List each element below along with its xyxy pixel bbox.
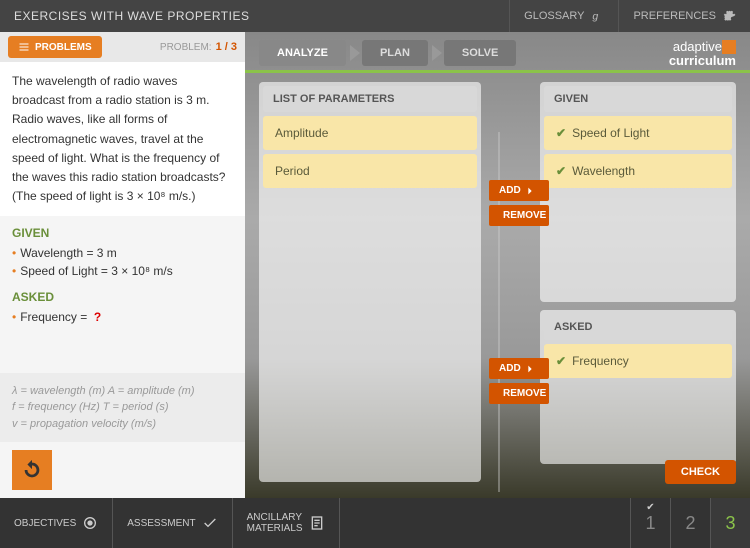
ancillary-button[interactable]: ANCILLARYMATERIALS [233,498,340,548]
sidebar: PROBLEMS PROBLEM: 1 / 3 The wavelength o… [0,32,245,498]
check-icon: ✔ [646,502,654,513]
preferences-label: PREFERENCES [633,10,716,22]
problem-count: 1 / 3 [216,41,237,53]
remove-given-button[interactable]: REMOVE [489,205,549,226]
list-icon [18,41,30,53]
tab-analyze[interactable]: ANALYZE [259,40,346,66]
page-3[interactable]: 3 [710,498,750,548]
glossary-label: GLOSSARY [524,10,584,22]
step-tabs: ANALYZE PLAN SOLVE [259,40,532,66]
given-buttons: ADD REMOVE [489,180,549,226]
svg-text:g: g [593,11,599,23]
problem-label: PROBLEM: [160,42,212,53]
panel-asked-title: ASKED [544,314,732,340]
page-1[interactable]: ✔1 [630,498,670,548]
param-item[interactable]: Amplitude [263,116,477,150]
tab-plan[interactable]: PLAN [362,40,428,66]
asked-section-label: ASKED [0,280,245,308]
app-title: EXERCISES WITH WAVE PROPERTIES [0,9,263,23]
arrow-right-icon [525,364,535,374]
document-icon [309,515,325,531]
check-button[interactable]: CHECK [665,460,736,484]
asked-buttons: ADD REMOVE [489,358,549,404]
param-item[interactable]: Period [263,154,477,188]
given-item[interactable]: Wavelength [544,154,732,188]
panel-asked: ASKED Frequency [540,310,736,464]
given-item: •Wavelength = 3 m [0,244,245,262]
arrow-right-icon [525,186,535,196]
reset-button[interactable] [12,450,52,490]
app-header: EXERCISES WITH WAVE PROPERTIES GLOSSARY … [0,0,750,32]
given-section-label: GIVEN [0,216,245,244]
legend: λ = wavelength (m) A = amplitude (m) f =… [0,373,245,443]
panel-given-title: GIVEN [544,86,732,112]
panel-parameters: LIST OF PARAMETERS Amplitude Period [259,82,481,482]
glossary-icon: g [590,9,604,23]
asked-item[interactable]: Frequency [544,344,732,378]
add-given-button[interactable]: ADD [489,180,549,201]
objectives-button[interactable]: OBJECTIVES [0,498,113,548]
footer: OBJECTIVES ASSESSMENT ANCILLARYMATERIALS… [0,498,750,548]
divider [245,70,750,73]
reset-icon [21,459,43,481]
problem-text: The wavelength of radio waves broadcast … [0,62,245,216]
given-item[interactable]: Speed of Light [544,116,732,150]
check-icon [202,515,218,531]
preferences-button[interactable]: PREFERENCES [618,0,750,32]
asked-item: •Frequency = ? [0,308,245,326]
workspace: ANALYZE PLAN SOLVE adaptive curriculum L… [245,32,750,498]
brand-logo: adaptive curriculum [669,40,736,67]
gear-icon [722,9,736,23]
page-2[interactable]: 2 [670,498,710,548]
target-icon [82,515,98,531]
tab-solve[interactable]: SOLVE [444,40,516,66]
add-asked-button[interactable]: ADD [489,358,549,379]
problems-button[interactable]: PROBLEMS [8,36,102,58]
given-item: •Speed of Light = 3 × 10⁸ m/s [0,262,245,280]
panel-given: GIVEN Speed of Light Wavelength [540,82,736,302]
glossary-button[interactable]: GLOSSARY g [509,0,618,32]
remove-asked-button[interactable]: REMOVE [489,383,549,404]
problems-bar: PROBLEMS PROBLEM: 1 / 3 [0,32,245,62]
panel-parameters-title: LIST OF PARAMETERS [263,86,477,112]
assessment-button[interactable]: ASSESSMENT [113,498,232,548]
